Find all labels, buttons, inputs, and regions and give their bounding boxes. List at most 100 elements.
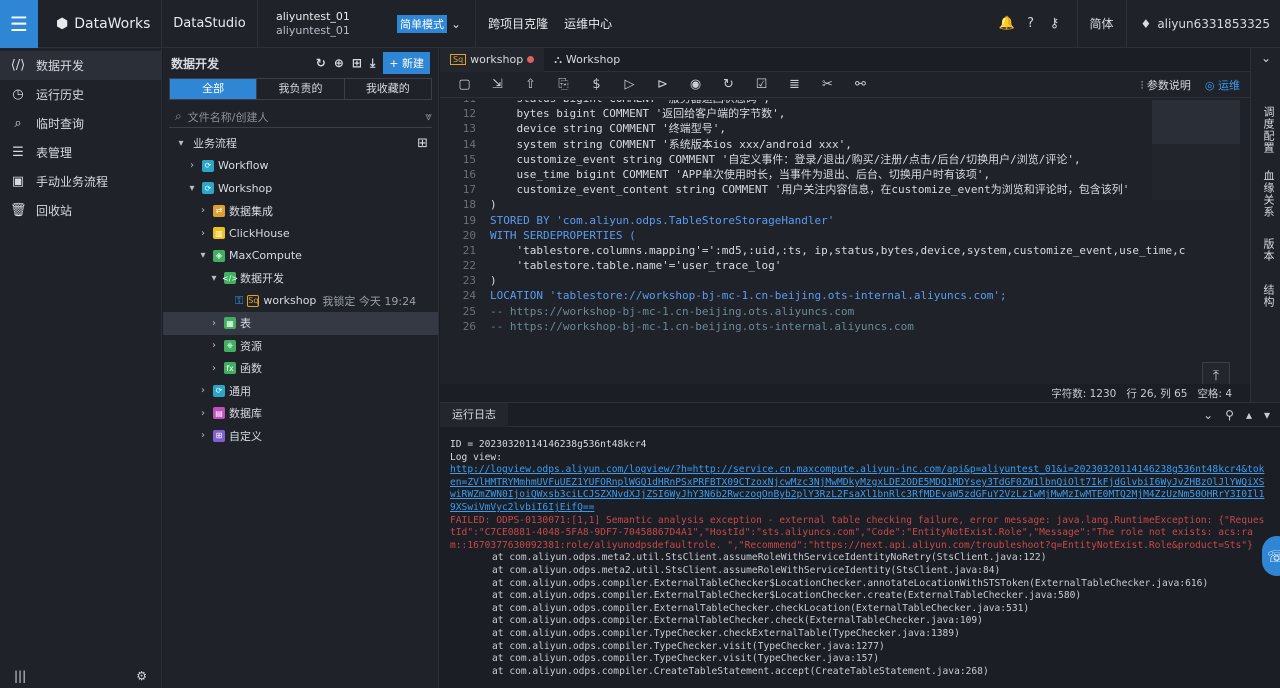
submit-icon[interactable]: ⇧ — [514, 77, 547, 92]
link-cross-project-clone[interactable]: 跨项目克隆 — [475, 0, 560, 48]
tree-node[interactable]: › ▤ 数据库 — [163, 402, 438, 425]
bell-icon[interactable]: 🔔 — [995, 16, 1019, 31]
more-icon[interactable]: ⌄ — [1251, 48, 1280, 68]
side-tab-schedule[interactable]: 调度配置 — [1260, 106, 1276, 154]
chevron-right-icon[interactable]: › — [186, 160, 198, 171]
grid-view-icon[interactable]: ⊞ — [417, 136, 428, 151]
mode-selector[interactable]: 简单模式 ⌄ — [397, 14, 461, 33]
run-icon[interactable]: ▷ — [613, 77, 646, 92]
chevron-down-icon[interactable]: ▾ — [175, 138, 187, 149]
line-text: use_time bigint COMMENT 'APP单次使用时长，当事件为退… — [490, 167, 991, 181]
maximize-icon[interactable]: ▴ — [1246, 408, 1252, 422]
help-icon[interactable]: ? — [1019, 16, 1043, 31]
tree-node[interactable]: › ⟳ Workflow — [163, 155, 438, 178]
tree-node[interactable]: › fx 函数 — [163, 357, 438, 380]
import-icon[interactable]: ⊞ — [352, 56, 362, 70]
user-menu[interactable]: ♦ aliyun6331853325 — [1127, 17, 1280, 31]
tab-all[interactable]: 全部 — [170, 79, 258, 99]
minimize-icon[interactable]: ▾ — [1264, 408, 1270, 422]
chevron-right-icon[interactable]: › — [197, 408, 209, 419]
workspace-selector[interactable]: aliyuntest_01 aliyuntest_01 — [258, 10, 391, 38]
line-number: 20 — [462, 228, 476, 242]
menu-icon[interactable]: ☰ — [0, 0, 38, 48]
collapse-down-icon[interactable]: ⌄ — [1203, 408, 1213, 422]
chevron-right-icon[interactable]: › — [197, 228, 209, 239]
nav-item-data-dev[interactable]: ⟨/⟩ 数据开发 — [0, 51, 161, 80]
line-number: 17 — [462, 183, 476, 197]
code-line: 25 -- https://workshop-bj-mc-1.cn-beijing… — [440, 304, 1250, 319]
collapse-icon[interactable]: ||| — [14, 669, 26, 683]
refresh-icon[interactable]: ↻ — [316, 56, 326, 70]
side-tab-structure[interactable]: 结构 — [1260, 284, 1276, 308]
save-as-icon[interactable]: ⇲ — [481, 77, 514, 92]
format-icon[interactable]: ≣ — [778, 77, 811, 92]
tree-node[interactable]: › ⟳ 通用 — [163, 380, 438, 403]
run-with-params-icon[interactable]: ⊳ — [646, 77, 679, 92]
chevron-right-icon[interactable]: › — [197, 205, 209, 216]
tab-favorites[interactable]: 我收藏的 — [345, 79, 431, 99]
tree-node[interactable]: › ▥ ClickHouse — [163, 222, 438, 245]
log-id-line: ID = 20230320114146238g536nt48kcr4 — [450, 439, 647, 450]
tree-node[interactable]: › ⇄ 数据集成 — [163, 200, 438, 223]
key-icon[interactable]: ⚷ — [1043, 16, 1067, 31]
logview-link[interactable]: http://logview.odps.aliyun.com/logview/?… — [450, 464, 1270, 514]
side-tab-version[interactable]: 版本 — [1260, 238, 1276, 262]
tree-node[interactable]: › ⊞ 自定义 — [163, 425, 438, 448]
help-bubble-icon[interactable]: ☏ — [1262, 536, 1280, 576]
param-help-button[interactable]: ⫶ 参数说明 — [1141, 77, 1191, 93]
language-switch[interactable]: 简体 — [1076, 0, 1127, 48]
nav-item-table-manage[interactable]: ☰ 表管理 — [0, 138, 161, 167]
chevron-right-icon[interactable]: › — [197, 385, 209, 396]
lineage-icon[interactable]: ⚯ — [844, 77, 877, 92]
tab-workshop-flow[interactable]: ⛬ Workshop — [544, 48, 630, 72]
locate-icon[interactable]: ⊕ — [334, 56, 344, 70]
tree-node[interactable]: › ⎈ 资源 — [163, 335, 438, 358]
chevron-right-icon[interactable]: › — [208, 340, 220, 351]
tools-icon[interactable]: ✂ — [811, 77, 844, 92]
tree-node[interactable]: ▾ ⟳ Workshop — [163, 177, 438, 200]
chevron-right-icon[interactable]: › — [197, 430, 209, 441]
side-tab-lineage[interactable]: 血缘关系 — [1260, 170, 1276, 218]
tree-node-label: 资源 — [240, 339, 262, 353]
stop-icon[interactable]: ◉ — [679, 77, 712, 92]
code-lines: 11 status bigint COMMENT '服务器返回状态码',12 b… — [440, 100, 1250, 334]
nav-item-run-history[interactable]: ◷ 运行历史 — [0, 80, 161, 109]
cost-icon[interactable]: $ — [580, 77, 613, 92]
download-icon[interactable]: ⤓ — [370, 56, 375, 71]
tree-node[interactable]: ▾ ◈ MaxCompute — [163, 245, 438, 268]
save-icon[interactable]: ▢ — [448, 77, 481, 92]
chevron-right-icon[interactable]: › — [208, 318, 220, 329]
check-icon[interactable]: ☑ — [745, 77, 778, 92]
tab-run-log[interactable]: 运行日志 — [440, 402, 508, 427]
link-ops-center[interactable]: 运维中心 — [560, 0, 624, 48]
code-editor[interactable]: 11 status bigint COMMENT '服务器返回状态码',12 b… — [440, 100, 1250, 384]
chevron-down-icon[interactable]: ▾ — [197, 250, 209, 261]
stack-trace: at com.aliyun.odps.meta2.util.StsClient.… — [450, 552, 1270, 678]
chevron-down-icon[interactable]: ▾ — [186, 183, 198, 194]
nav-item-recycle-bin[interactable]: 🗑 回收站 — [0, 196, 161, 225]
tree-node[interactable]: ▾ 业务流程 ⊞ — [163, 132, 438, 155]
nav-item-manual-flow[interactable]: ▣ 手动业务流程 — [0, 167, 161, 196]
search-input[interactable]: 文件名称/创建人 — [188, 109, 419, 125]
tab-mine[interactable]: 我负责的 — [257, 79, 345, 99]
ops-button[interactable]: ◎ 运维 — [1205, 77, 1240, 93]
tree-node[interactable]: ▾ </> 数据开发 — [163, 267, 438, 290]
tab-workshop-sql[interactable]: Sq workshop — [440, 47, 545, 72]
brand[interactable]: ⬢ DataWorks — [38, 0, 162, 48]
chevron-down-icon[interactable]: ▾ — [208, 273, 220, 284]
db-node-icon: ▤ — [213, 407, 225, 420]
new-button[interactable]: + 新建 — [383, 52, 430, 74]
scroll-top-icon[interactable]: ⤒ — [1202, 362, 1230, 384]
workflow-icon: ⛬ — [554, 52, 562, 66]
tree-node[interactable]: ⚿ Sq workshop 我锁定 今天 19:24 — [163, 290, 438, 313]
gear-icon[interactable]: ⚙ — [136, 669, 147, 683]
minimap[interactable] — [1152, 100, 1240, 200]
tree-node[interactable]: › ▦ 表 — [163, 312, 438, 335]
app-name[interactable]: DataStudio — [162, 0, 258, 48]
chevron-right-icon[interactable]: › — [208, 363, 220, 374]
reload-icon[interactable]: ↻ — [712, 77, 745, 92]
pin-icon[interactable]: ⚲ — [1225, 408, 1234, 422]
filter-icon[interactable]: ⩔ — [425, 109, 432, 124]
deploy-icon[interactable]: ⎘ — [547, 77, 580, 92]
nav-item-temp-query[interactable]: ⌕ 临时查询 — [0, 109, 161, 138]
